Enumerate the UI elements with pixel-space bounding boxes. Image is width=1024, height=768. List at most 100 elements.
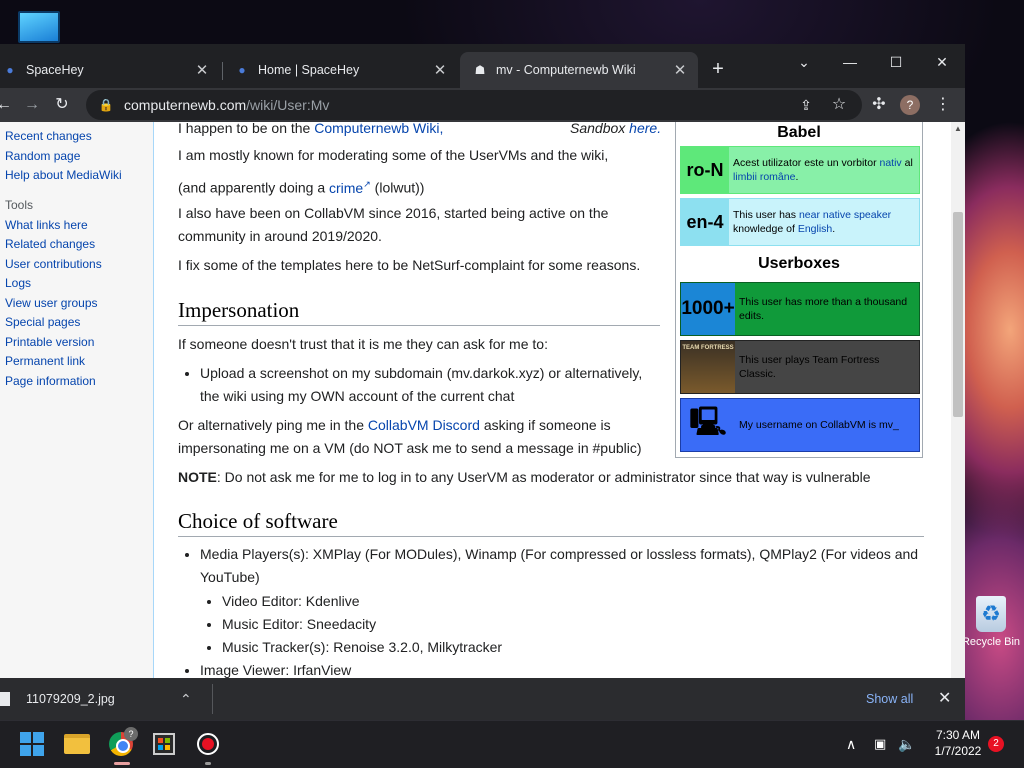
en-end: . <box>832 223 836 235</box>
extensions-puzzle-icon[interactable]: ✣ <box>867 93 891 117</box>
en-near-native-link[interactable]: near native speaker <box>799 209 891 221</box>
notification-badge[interactable]: 2 <box>988 736 1004 752</box>
close-icon[interactable]: ✕ <box>670 61 690 79</box>
list-item: Media Players(s): XMPlay (For MODules), … <box>200 543 918 659</box>
system-clock[interactable]: 7:30 AM 1/7/2022 <box>928 727 988 759</box>
en-text: This user has <box>733 209 797 221</box>
sidebar-link-page-information[interactable]: Page information <box>0 372 153 392</box>
sidebar-link-recent-changes[interactable]: Recent changes <box>0 127 153 147</box>
store-button[interactable] <box>149 729 179 759</box>
show-all-button[interactable]: Show all <box>866 678 913 720</box>
close-icon[interactable]: ✕ <box>192 61 212 79</box>
scrollbar-thumb[interactable] <box>953 212 963 417</box>
chevron-up-icon[interactable]: ⌃ <box>180 678 192 720</box>
userbox-ro: ro-N Acest utilizator este un vorbitor n… <box>680 146 920 194</box>
menu-kebab-icon[interactable]: ⋮ <box>931 93 955 117</box>
software-sublist: Video Editor: Kdenlive Music Editor: Sne… <box>222 590 918 659</box>
tab-home-spacehey[interactable]: ● Home | SpaceHey ✕ <box>224 52 458 88</box>
sidebar-link-view-user-groups[interactable]: View user groups <box>0 294 153 314</box>
ro-mid-text: al <box>904 157 913 169</box>
tab-divider <box>222 62 223 80</box>
note-label: NOTE <box>178 469 217 485</box>
alt-post-text: asking if someone is <box>483 417 611 433</box>
sidebar-heading-tools: Tools <box>5 197 34 212</box>
userbox-code: ro-N <box>681 147 729 193</box>
spacehey-favicon-icon: ● <box>238 63 246 77</box>
page-scrollbar[interactable]: ▲ ▼ <box>951 122 965 720</box>
computernewb-wiki-link[interactable]: Computernewb Wiki, <box>314 122 443 136</box>
store-icon <box>153 733 175 755</box>
paragraph-collabvm-line2: community in around 2019/2020. <box>178 228 382 244</box>
chevron-up-icon[interactable]: ∧ <box>846 720 856 768</box>
sidebar-link-random-page[interactable]: Random page <box>0 147 153 167</box>
close-icon[interactable]: ✕ <box>430 61 450 79</box>
userbox-text: This user plays Team Fortress Classic. <box>739 354 880 380</box>
profile-avatar[interactable]: ? <box>900 95 920 115</box>
paragraph-collabvm-line1: I also have been on CollabVM since 2016,… <box>178 205 609 221</box>
start-button[interactable] <box>17 729 47 759</box>
volume-icon[interactable]: 🔈 <box>898 720 915 768</box>
recycle-bin-icon: ♻ <box>976 596 1006 632</box>
ro-end: . <box>795 171 799 183</box>
maximize-button[interactable]: ☐ <box>873 48 919 76</box>
sidebar-link-printable-version[interactable]: Printable version <box>0 333 153 353</box>
userbox-text: This user has more than a thousand edits… <box>739 296 908 322</box>
sidebar-link-help[interactable]: Help about MediaWiki <box>0 166 153 186</box>
ro-language-link[interactable]: limbii române <box>733 171 795 183</box>
userbox-code: 1000+ <box>681 283 735 335</box>
close-icon[interactable]: ✕ <box>938 678 951 720</box>
sidebar-link-permanent-link[interactable]: Permanent link <box>0 352 153 372</box>
ro-native-link[interactable]: nativ <box>880 157 902 169</box>
tab-title: Home | SpaceHey <box>258 63 360 77</box>
sidebar-link-related-changes[interactable]: Related changes <box>0 235 153 255</box>
tab-computernewb-wiki[interactable]: ☗ mv - Computernewb Wiki ✕ <box>460 52 698 88</box>
scroll-up-arrow-icon[interactable]: ▲ <box>951 124 965 133</box>
sidebar-link-user-contributions[interactable]: User contributions <box>0 255 153 275</box>
new-tab-button[interactable]: + <box>706 57 730 81</box>
minimize-button[interactable]: — <box>827 48 873 76</box>
spacehey-favicon-icon: ● <box>6 63 14 77</box>
back-arrow-icon[interactable]: ← <box>0 93 16 117</box>
download-file-name[interactable]: 11079209_2.jpg <box>26 678 115 720</box>
recycle-bin[interactable]: ♻ Recycle Bin <box>958 596 1024 648</box>
record-icon <box>197 733 219 755</box>
bookmark-star-icon[interactable]: ☆ <box>827 93 851 117</box>
en-english-link[interactable]: English <box>798 223 832 235</box>
tab-spacehey[interactable]: ● SpaceHey ✕ <box>0 52 220 88</box>
crime-link[interactable]: crime <box>329 180 371 196</box>
paragraph-moderating: I am mostly known for moderating some of… <box>178 147 609 163</box>
share-icon[interactable]: ⇪ <box>794 93 818 117</box>
note-paragraph: NOTE: Do not ask me for me to log in to … <box>178 466 871 489</box>
url-host: computernewb.com <box>124 97 247 113</box>
tab-search-button[interactable]: ⌄ <box>781 48 827 76</box>
computer-icon: 🖳 <box>681 399 735 451</box>
recorder-button[interactable] <box>193 729 223 759</box>
address-bar[interactable]: 🔒 computernewb.com/wiki/User:Mv <box>86 90 862 120</box>
userbox-code: en-4 <box>681 199 729 245</box>
crime-pre-text: (and apparently doing a <box>178 179 326 196</box>
list-item: Upload a screenshot on my subdomain (mv.… <box>200 362 642 408</box>
tab-title: SpaceHey <box>26 63 84 77</box>
heading-choice-of-software: Choice of software <box>178 509 924 537</box>
collabvm-discord-link[interactable]: CollabVM Discord <box>368 417 480 433</box>
team-fortress-image: TEAM FORTRESS <box>681 341 735 393</box>
sidebar-link-logs[interactable]: Logs <box>0 274 153 294</box>
chrome-active-indicator <box>114 762 130 765</box>
forward-arrow-icon[interactable]: → <box>20 93 44 117</box>
reload-icon[interactable]: ↻ <box>50 93 74 117</box>
media-players-line2: YouTube) <box>200 569 260 585</box>
list-item: Music Tracker(s): Renoise 3.2.0, Milkytr… <box>222 636 918 659</box>
sandbox-link[interactable]: here. <box>629 122 661 136</box>
file-explorer-button[interactable] <box>62 729 92 759</box>
sandbox-note: Sandbox here. <box>570 122 661 140</box>
sidebar-link-what-links-here[interactable]: What links here <box>0 216 153 236</box>
impersonation-intro: If someone doesn't trust that it is me t… <box>178 336 548 352</box>
list-item: Video Editor: Kdenlive <box>222 590 918 613</box>
desktop-monitor-icon[interactable] <box>18 11 60 43</box>
network-icon[interactable]: ▣ <box>874 720 886 768</box>
folder-icon <box>64 734 90 754</box>
list-item-line2: the wiki using my OWN account of the cur… <box>200 388 515 404</box>
close-window-button[interactable]: ✕ <box>919 48 965 76</box>
sidebar-link-special-pages[interactable]: Special pages <box>0 313 153 333</box>
list-item-line1: Upload a screenshot on my subdomain (mv.… <box>200 365 643 381</box>
